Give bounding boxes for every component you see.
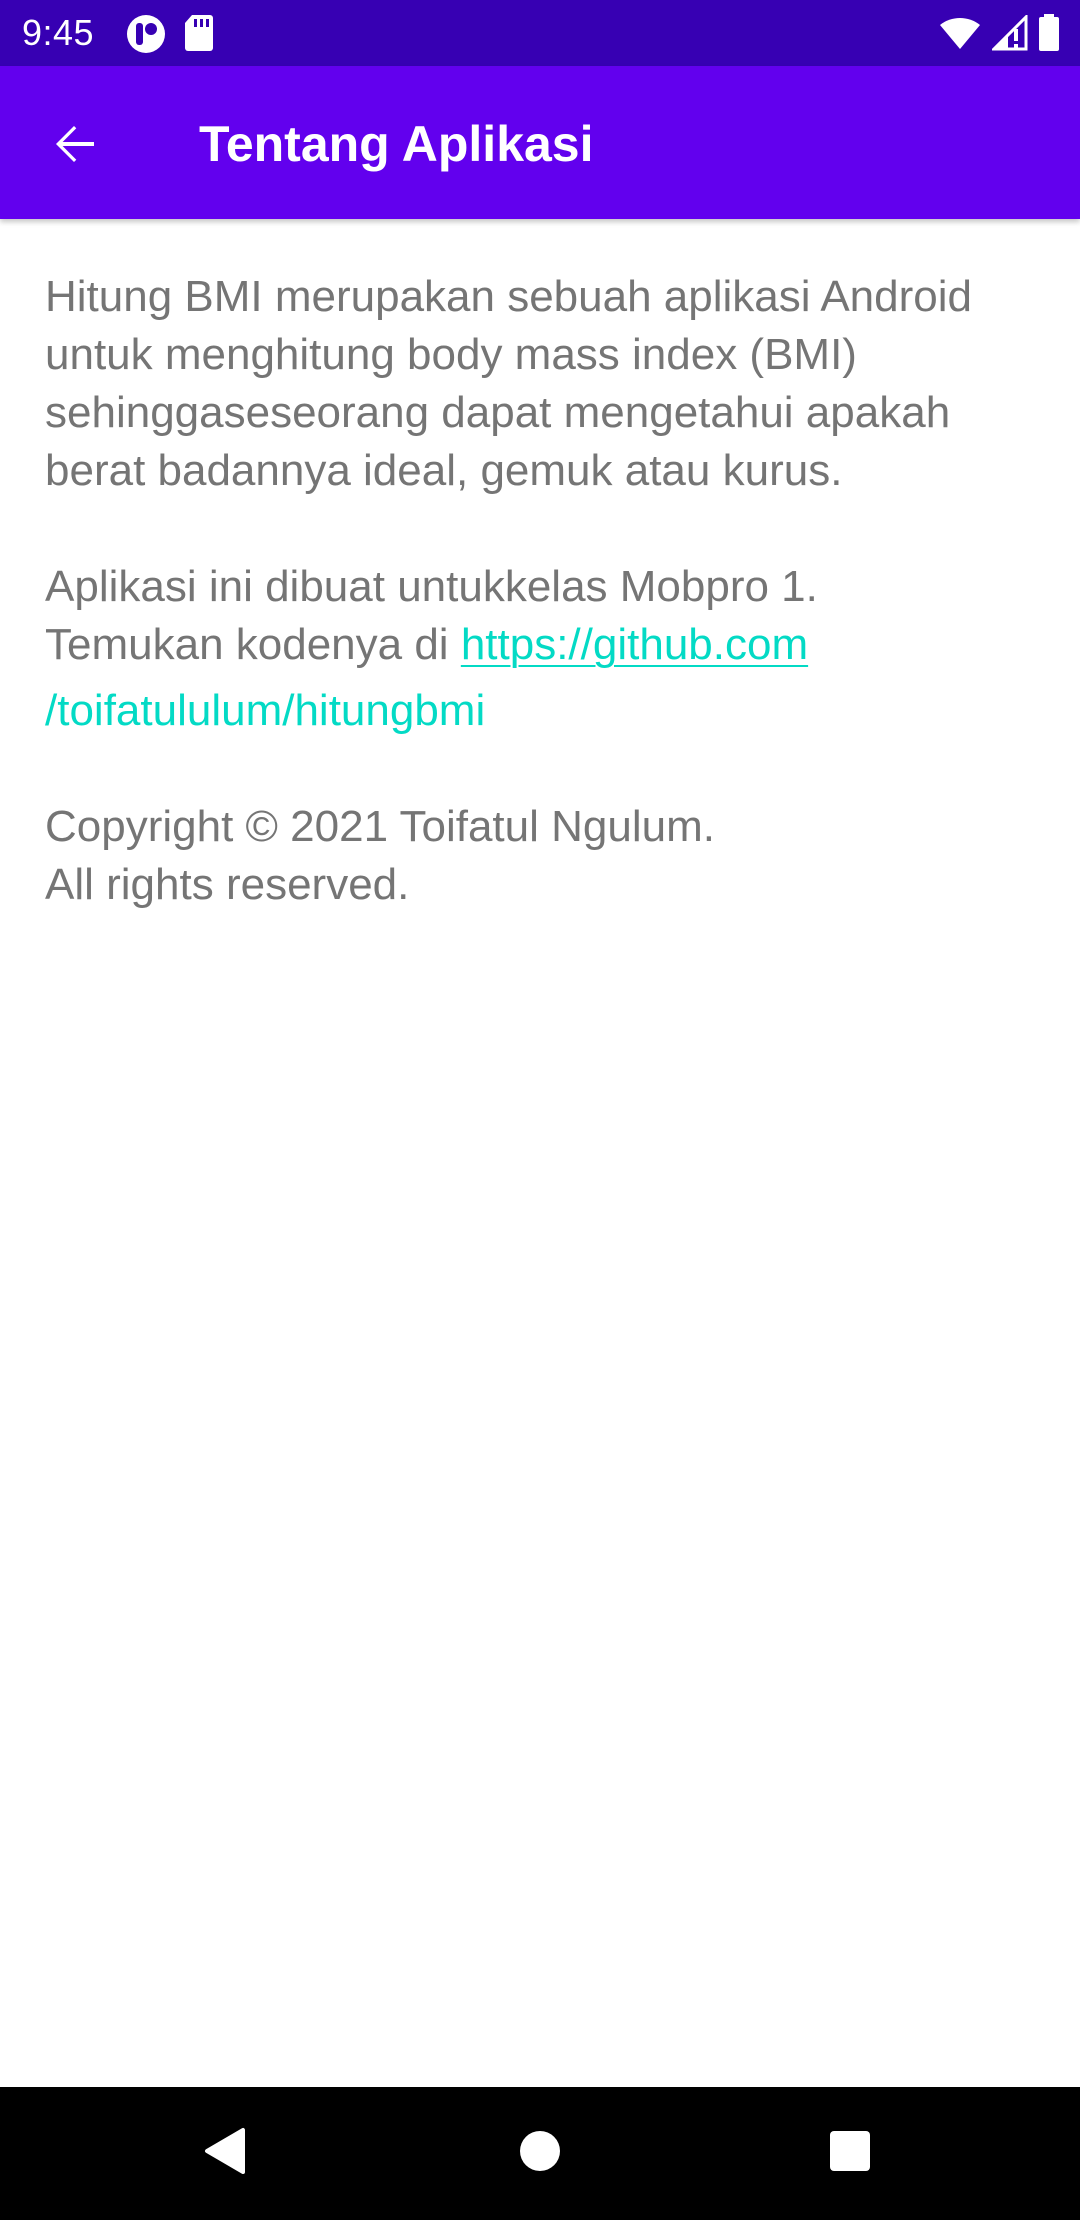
github-link-part-1[interactable]: https://github.com	[461, 620, 808, 669]
about-content: Hitung BMI merupakan sebuah aplikasi And…	[45, 268, 1045, 914]
navigation-bar	[0, 2087, 1080, 2220]
status-right-icons	[938, 14, 1060, 52]
recents-square-icon	[829, 2130, 871, 2177]
rights-text: All rights reserved.	[45, 860, 410, 909]
status-left-icons	[126, 14, 214, 54]
copyright-text: Copyright © 2021 Toifatul Ngulum.	[45, 802, 715, 851]
nav-recents-button[interactable]	[810, 2113, 890, 2193]
copyright-paragraph: Copyright © 2021 Toifatul Ngulum. All ri…	[45, 798, 1045, 914]
wifi-icon	[938, 15, 982, 51]
sd-card-icon	[184, 14, 214, 54]
back-button[interactable]	[36, 108, 112, 184]
notification-app-icon	[126, 14, 166, 54]
nav-home-button[interactable]	[500, 2113, 580, 2193]
class-info-text: Aplikasi ini dibuat untukkelas Mobpro 1.	[45, 562, 818, 611]
status-time: 9:45	[22, 12, 95, 53]
nav-back-button[interactable]	[186, 2113, 266, 2193]
home-circle-icon	[518, 2129, 562, 2178]
back-triangle-icon	[203, 2127, 249, 2180]
github-link-part-2[interactable]: /toifatululum/hitungbmi	[45, 682, 485, 740]
code-location-text: Temukan kodenya di	[45, 620, 461, 669]
battery-icon	[1038, 14, 1060, 52]
app-bar: Tentang Aplikasi	[0, 66, 1080, 219]
app-info-paragraph: Aplikasi ini dibuat untukkelas Mobpro 1.…	[45, 558, 1045, 740]
signal-icon	[992, 15, 1028, 51]
status-bar: 9:45	[0, 0, 1080, 66]
page-title: Tentang Aplikasi	[199, 116, 594, 172]
arrow-back-icon	[50, 120, 98, 173]
app-description: Hitung BMI merupakan sebuah aplikasi And…	[45, 272, 972, 495]
